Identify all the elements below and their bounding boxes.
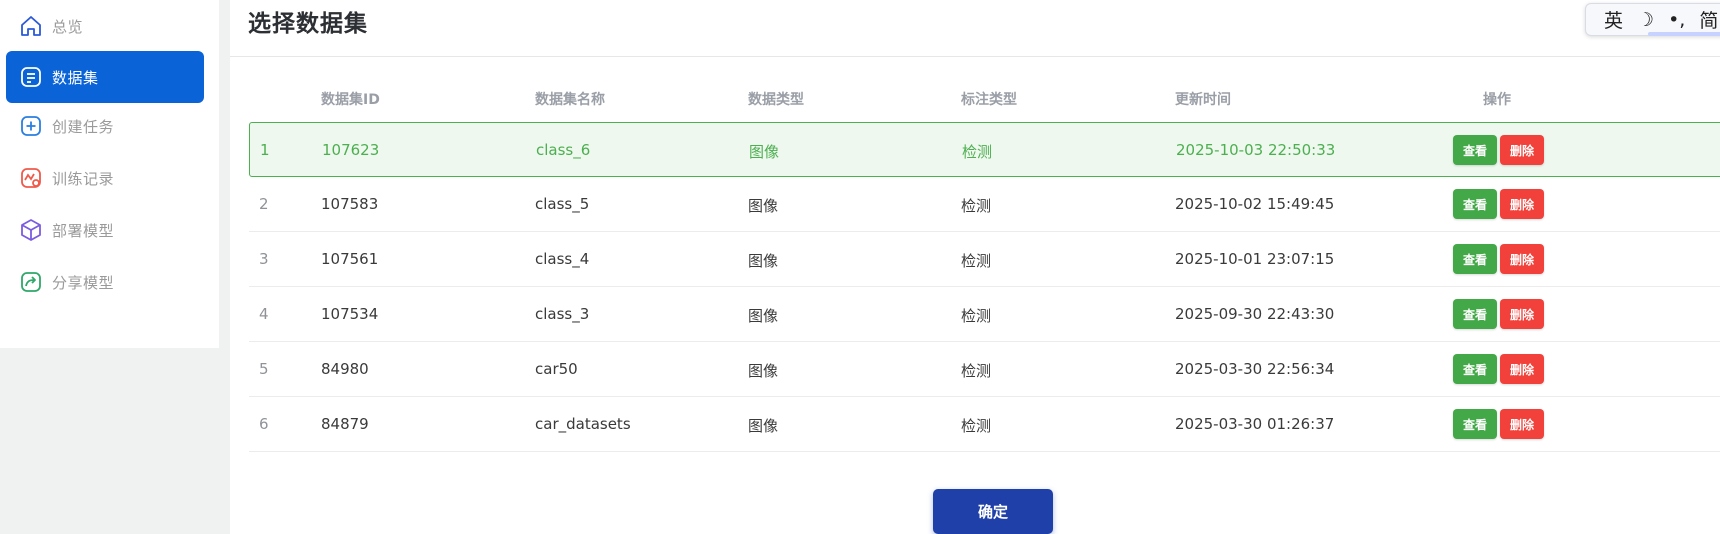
column-header-updated: 更新时间	[1175, 92, 1231, 108]
table-row[interactable]: 2 107583 class_5 图像 检测 2025-10-02 15:49:…	[249, 177, 1720, 232]
data-type: 图像	[748, 197, 779, 215]
delete-button[interactable]: 删除	[1500, 299, 1544, 329]
view-button[interactable]: 查看	[1453, 409, 1497, 439]
view-button[interactable]: 查看	[1453, 299, 1497, 329]
view-button[interactable]: 查看	[1453, 135, 1497, 165]
cube-icon	[18, 217, 44, 243]
delete-button[interactable]: 删除	[1500, 135, 1544, 165]
main-panel: 选择数据集 数据集ID 数据集名称 数据类型 标注类型 更新时间 操作 1 10…	[230, 0, 1720, 534]
label-type: 检测	[961, 307, 992, 325]
chart-record-icon	[18, 165, 44, 191]
sidebar-item-overview[interactable]: 总览	[6, 0, 204, 52]
column-header-name: 数据集名称	[535, 92, 605, 108]
table-row[interactable]: 5 84980 car50 图像 检测 2025-03-30 22:56:34 …	[249, 342, 1720, 397]
ime-underline	[1648, 32, 1720, 36]
sidebar-item-datasets[interactable]: 数据集	[6, 51, 204, 103]
row-index: 3	[259, 250, 269, 268]
dataset-id: 107534	[321, 305, 379, 323]
dataset-name: class_6	[536, 141, 591, 159]
confirm-button[interactable]: 确定	[933, 489, 1053, 534]
home-icon	[18, 13, 44, 39]
table-row[interactable]: 6 84879 car_datasets 图像 检测 2025-03-30 01…	[249, 397, 1720, 452]
column-header-data-type: 数据类型	[748, 92, 804, 108]
row-index: 6	[259, 415, 269, 433]
column-header-actions: 操作	[1483, 92, 1511, 108]
dataset-name: class_4	[535, 250, 590, 268]
delete-button[interactable]: 删除	[1500, 409, 1544, 439]
view-button[interactable]: 查看	[1453, 189, 1497, 219]
dataset-id: 84980	[321, 360, 369, 378]
sidebar-item-create-task[interactable]: 创建任务	[6, 100, 204, 152]
dataset-name: car_datasets	[535, 415, 631, 433]
data-type: 图像	[748, 252, 779, 270]
label-type: 检测	[961, 362, 992, 380]
sidebar: 总览 数据集 创建任务 训练记录 部署模型 分享模型	[0, 0, 219, 348]
sidebar-item-deploy-model[interactable]: 部署模型	[6, 204, 204, 256]
updated-time: 2025-03-30 22:56:34	[1175, 360, 1335, 378]
page-title: 选择数据集	[248, 11, 368, 37]
dataset-id: 107561	[321, 250, 379, 268]
sidebar-item-training-records[interactable]: 训练记录	[6, 152, 204, 204]
row-index: 1	[260, 141, 270, 159]
ime-language-toggle[interactable]: 英	[1604, 6, 1623, 33]
share-icon	[18, 269, 44, 295]
updated-time: 2025-09-30 22:43:30	[1175, 305, 1335, 323]
table-row[interactable]: 4 107534 class_3 图像 检测 2025-09-30 22:43:…	[249, 287, 1720, 342]
column-header-id: 数据集ID	[321, 92, 380, 108]
data-type: 图像	[749, 143, 780, 161]
table-header: 数据集ID 数据集名称 数据类型 标注类型 更新时间 操作	[249, 72, 1720, 122]
data-type: 图像	[748, 362, 779, 380]
row-index: 4	[259, 305, 269, 323]
sidebar-item-label: 总览	[52, 17, 84, 36]
row-index: 5	[259, 360, 269, 378]
updated-time: 2025-03-30 01:26:37	[1175, 415, 1335, 433]
label-type: 检测	[961, 252, 992, 270]
delete-button[interactable]: 删除	[1500, 244, 1544, 274]
ime-toolbar[interactable]: 英 ☽ •, 简	[1585, 3, 1720, 36]
plus-square-icon	[18, 113, 44, 139]
dataset-table: 数据集ID 数据集名称 数据类型 标注类型 更新时间 操作 1 107623 c…	[249, 72, 1720, 452]
label-type: 检测	[961, 197, 992, 215]
dataset-id: 107623	[322, 141, 380, 159]
updated-time: 2025-10-03 22:50:33	[1176, 141, 1336, 159]
sidebar-item-label: 数据集	[52, 68, 99, 87]
dataset-id: 84879	[321, 415, 369, 433]
sidebar-item-label: 分享模型	[52, 273, 115, 292]
data-type: 图像	[748, 307, 779, 325]
moon-icon[interactable]: ☽	[1637, 9, 1654, 31]
dataset-name: class_5	[535, 195, 590, 213]
row-index: 2	[259, 195, 269, 213]
document-icon	[18, 64, 44, 90]
sidebar-item-label: 创建任务	[52, 117, 115, 136]
sidebar-item-label: 部署模型	[52, 221, 115, 240]
table-row[interactable]: 1 107623 class_6 图像 检测 2025-10-03 22:50:…	[249, 122, 1720, 177]
updated-time: 2025-10-01 23:07:15	[1175, 250, 1335, 268]
view-button[interactable]: 查看	[1453, 244, 1497, 274]
divider	[230, 56, 1720, 57]
sidebar-item-share-model[interactable]: 分享模型	[6, 256, 204, 308]
dataset-name: class_3	[535, 305, 590, 323]
ime-simplified-toggle[interactable]: 简	[1699, 6, 1718, 33]
delete-button[interactable]: 删除	[1500, 189, 1544, 219]
dataset-name: car50	[535, 360, 578, 378]
ime-punctuation-toggle[interactable]: •,	[1668, 9, 1685, 31]
label-type: 检测	[962, 143, 993, 161]
dataset-id: 107583	[321, 195, 379, 213]
label-type: 检测	[961, 417, 992, 435]
updated-time: 2025-10-02 15:49:45	[1175, 195, 1335, 213]
column-header-label-type: 标注类型	[961, 92, 1017, 108]
delete-button[interactable]: 删除	[1500, 354, 1544, 384]
sidebar-item-label: 训练记录	[52, 169, 115, 188]
table-row[interactable]: 3 107561 class_4 图像 检测 2025-10-01 23:07:…	[249, 232, 1720, 287]
data-type: 图像	[748, 417, 779, 435]
view-button[interactable]: 查看	[1453, 354, 1497, 384]
